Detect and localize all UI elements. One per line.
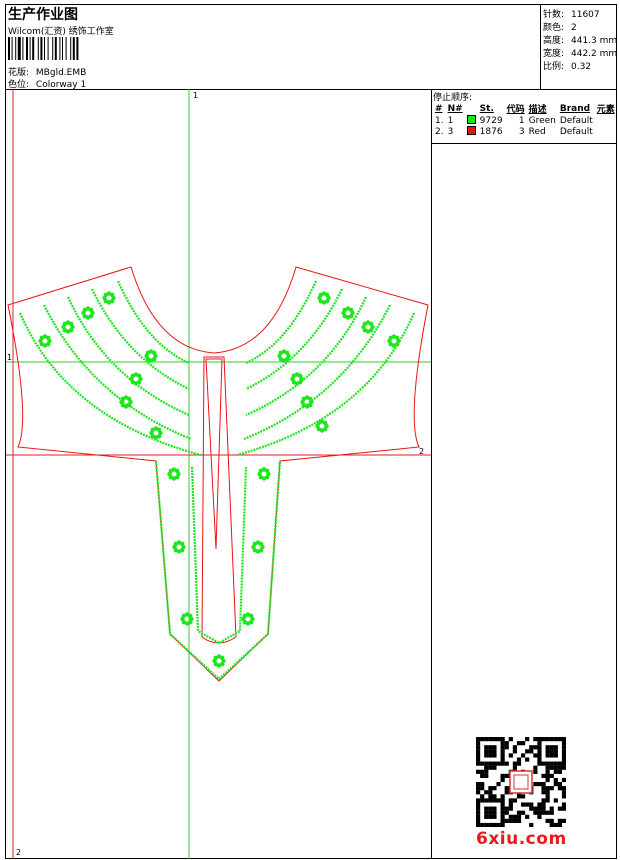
stat-value: 0.32 — [571, 62, 592, 72]
col-desc: 描述 — [528, 105, 547, 115]
marker-right: 2 — [419, 447, 425, 456]
marker-top: 1 — [193, 91, 199, 100]
stat-stitches: 针数: 11607 — [543, 7, 600, 20]
marker-bottom: 2 — [16, 848, 22, 857]
row-swatch-cell — [465, 115, 478, 126]
row-element — [595, 126, 617, 137]
embroidery-design — [6, 89, 431, 859]
table-row: 1. 1 9729 1 Green Default — [433, 115, 617, 126]
col-swatch — [465, 102, 478, 115]
stitch-arc-left-outer — [18, 312, 202, 457]
row-needle: 1 — [447, 115, 454, 126]
flower-motif — [129, 372, 143, 386]
col-stitch: St. — [479, 103, 494, 114]
row-swatch-cell — [465, 126, 478, 137]
flower-motifs — [38, 291, 401, 668]
flower-motif — [251, 540, 265, 554]
stat-value: 441.3 mm — [571, 36, 618, 46]
flower-motif — [361, 320, 375, 334]
flower-motif — [315, 419, 329, 433]
flower-motif — [119, 395, 133, 409]
worksheet-title: 生产作业图 — [8, 7, 78, 23]
stat-label: 宽度: — [543, 49, 565, 59]
row-seq: 1. — [435, 115, 444, 126]
qr-seal-logo — [509, 770, 533, 794]
stat-label: 针数: — [543, 10, 565, 20]
stat-value: 11607 — [571, 10, 600, 20]
header-info: 生产作业图 Wilcom(汇资) 绣饰工作室 花版: MBgld.EMB 色位:… — [6, 5, 540, 90]
row-stops: 1 — [518, 115, 525, 126]
flower-motif — [167, 467, 181, 481]
stitch-arc-right-outer — [236, 312, 416, 457]
flower-motif — [172, 540, 186, 554]
marker-left: 1 — [7, 353, 13, 362]
barcode-image — [8, 37, 79, 60]
flower-motif — [212, 654, 226, 668]
col-code: 代码 — [506, 105, 525, 115]
flower-motif — [317, 291, 331, 305]
company-name: Wilcom(汇资) 绣饰工作室 — [8, 27, 114, 37]
flower-motif — [149, 426, 163, 440]
stat-width: 宽度: 442.2 mm — [543, 46, 617, 59]
qr-code-image — [476, 737, 566, 827]
table-row: 2. 3 1876 3 Red Default — [433, 126, 617, 137]
row-seq: 2. — [435, 126, 444, 137]
col-element: 元素 — [596, 105, 615, 115]
flower-motif — [277, 349, 291, 363]
col-needle: N# — [447, 103, 463, 114]
flower-motif — [180, 612, 194, 626]
flower-motif — [38, 334, 52, 348]
placket-slit — [205, 358, 223, 550]
stat-label: 高度: — [543, 36, 565, 46]
flower-motif — [300, 395, 314, 409]
row-desc: Red — [528, 126, 546, 137]
color-stop-table: # N# St. 代码 描述 Brand 元素 1. 1 9729 1 Gree… — [433, 102, 617, 137]
stat-colors: 颜色: 2 — [543, 20, 577, 33]
watermark-text: 6xiu.com — [476, 829, 567, 849]
worksheet-header: 生产作业图 Wilcom(汇资) 绣饰工作室 花版: MBgld.EMB 色位:… — [6, 5, 617, 90]
row-code: 1876 — [479, 126, 503, 137]
stat-height: 高度: 441.3 mm — [543, 33, 617, 46]
placket-outline — [201, 356, 237, 644]
flower-motif — [102, 291, 116, 305]
design-canvas: 1 1 2 2 — [6, 89, 432, 859]
green-stitching — [18, 280, 416, 681]
stat-value: 442.2 mm — [571, 49, 618, 59]
flower-motif — [387, 334, 401, 348]
stat-label: 颜色: — [543, 23, 565, 33]
flower-motif — [290, 372, 304, 386]
flower-motif — [61, 320, 75, 334]
row-brand: Default — [559, 126, 593, 137]
row-brand: Default — [559, 115, 593, 126]
worksheet: 生产作业图 Wilcom(汇资) 绣饰工作室 花版: MBgld.EMB 色位:… — [5, 4, 617, 859]
stop-sequence-header: 停止顺序: # N# St. 代码 描述 Brand 元素 1. 1 9729 … — [432, 89, 616, 144]
stitch-arc-left-4 — [116, 280, 190, 365]
stat-label: 比例: — [543, 62, 565, 72]
row-code: 9729 — [479, 115, 503, 126]
flower-motif — [341, 306, 355, 320]
stitch-v-inner — [190, 466, 248, 645]
row-element — [595, 115, 617, 126]
color-swatch-green — [466, 115, 476, 124]
row-desc: Green — [528, 115, 556, 126]
stat-value: 2 — [571, 23, 577, 33]
stat-scale: 比例: 0.32 — [543, 59, 591, 72]
flower-motif — [144, 349, 158, 363]
col-brand: Brand — [559, 103, 591, 114]
row-needle: 3 — [447, 126, 454, 137]
col-seq: # — [435, 103, 443, 114]
row-stops: 3 — [518, 126, 525, 137]
stitch-arc-right-1 — [243, 304, 391, 441]
color-swatch-red — [466, 126, 476, 135]
flower-motif — [257, 467, 271, 481]
table-header-row: # N# St. 代码 描述 Brand 元素 — [433, 102, 617, 116]
flower-motif — [241, 612, 255, 626]
stats-panel: 针数: 11607 颜色: 2 高度: 441.3 mm 宽度: 442.2 mm 比例… — [540, 5, 617, 89]
flower-motif — [81, 306, 95, 320]
